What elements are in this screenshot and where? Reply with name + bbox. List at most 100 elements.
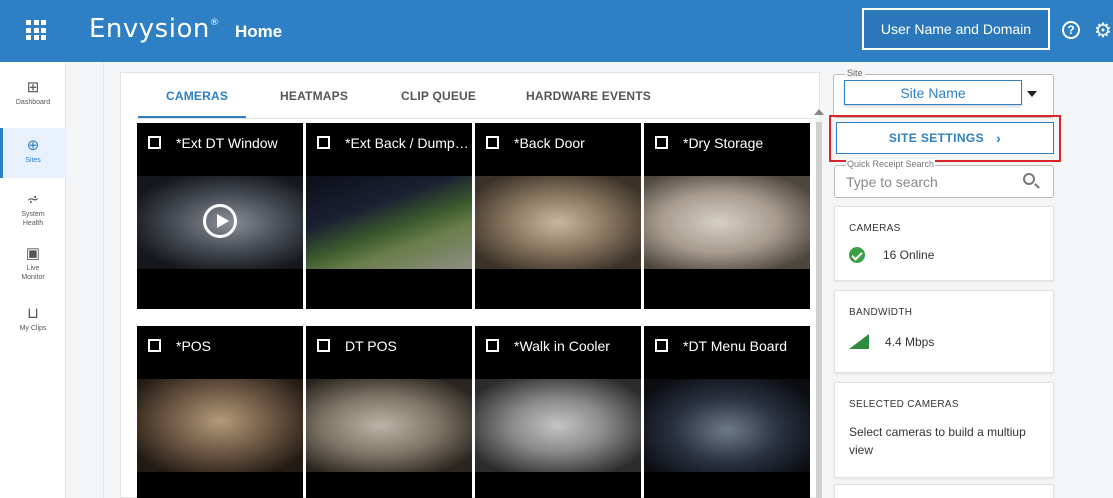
bandwidth-card: BANDWIDTH 4.4 Mbps	[834, 290, 1054, 373]
tab-hardware-events[interactable]: HARDWARE EVENTS	[526, 89, 651, 103]
camera-header: *Ext DT Window	[137, 123, 303, 175]
camera-thumbnail[interactable]	[644, 379, 810, 472]
camera-thumbnail[interactable]	[137, 379, 303, 472]
camera-thumbnail[interactable]	[137, 176, 303, 269]
globe-icon: ⊕	[26, 137, 40, 154]
sidebar-item-label: System Health	[0, 210, 66, 228]
sidebar: ⊞ Dashboard ⊕ Sites ⩫ System Health ▣ Liv…	[0, 62, 66, 498]
app-grid-icon[interactable]	[26, 20, 46, 40]
camera-name: *Dry Storage	[683, 135, 764, 151]
scroll-up-arrow[interactable]	[814, 109, 824, 115]
camera-name: *Back Door	[514, 135, 585, 151]
sidebar-item-my-clips[interactable]: ⊔ My Clips	[0, 306, 66, 336]
sidebar-item-sites[interactable]: ⊕ Sites	[0, 128, 66, 178]
brand-logo[interactable]: Envysion®	[89, 14, 219, 44]
selected-cameras-title: SELECTED CAMERAS	[849, 399, 959, 410]
tab-cameras[interactable]: CAMERAS	[166, 89, 228, 103]
tab-divider	[137, 118, 817, 119]
clips-icon: ⊔	[27, 305, 39, 322]
cameras-card-title: CAMERAS	[849, 223, 901, 234]
tab-clip-queue[interactable]: CLIP QUEUE	[401, 89, 476, 103]
check-circle-icon	[849, 247, 865, 263]
camera-tile[interactable]: *DT Menu Board	[644, 326, 810, 498]
camera-tile[interactable]: *Ext Back / Dumpster	[306, 123, 472, 309]
camera-tile[interactable]: DT POS	[306, 326, 472, 498]
search-input[interactable]	[846, 172, 1016, 192]
sidebar-item-label: Live Monitor	[0, 264, 66, 282]
label-line: Monitor	[21, 274, 45, 281]
camera-checkbox[interactable]	[317, 136, 330, 149]
camera-header: *Walk in Cooler	[475, 326, 641, 378]
camera-thumbnail[interactable]	[475, 379, 641, 472]
page-title: Home	[235, 22, 283, 41]
top-bar: Envysion® Home User Name and Domain ? ⚙	[0, 0, 1113, 62]
gear-icon[interactable]: ⚙	[1094, 18, 1112, 43]
camera-checkbox[interactable]	[655, 339, 668, 352]
camera-checkbox[interactable]	[148, 339, 161, 352]
user-domain-button[interactable]: User Name and Domain	[862, 8, 1050, 50]
camera-grid: *Ext DT Window *Ext Back / Dumpster *Bac…	[137, 123, 813, 498]
cameras-card: CAMERAS 16 Online	[834, 206, 1054, 281]
bandwidth-card-title: BANDWIDTH	[849, 307, 913, 318]
site-name-field[interactable]: Site Name	[844, 80, 1022, 105]
site-settings-button[interactable]: SITE SETTINGS ›	[836, 122, 1054, 154]
camera-header: *POS	[137, 326, 303, 378]
camera-name: *DT Menu Board	[683, 338, 788, 354]
camera-thumbnail[interactable]	[306, 176, 472, 269]
site-settings-label: SITE SETTINGS	[888, 131, 985, 145]
camera-name: DT POS	[345, 338, 397, 354]
camera-header: *Ext Back / Dumpster	[306, 123, 472, 175]
camera-tile[interactable]: *Dry Storage	[644, 123, 810, 309]
camera-checkbox[interactable]	[148, 136, 161, 149]
camera-thumbnail[interactable]	[306, 379, 472, 472]
camera-checkbox[interactable]	[486, 339, 499, 352]
label-line: System	[21, 211, 45, 218]
label-line: Live	[26, 265, 40, 272]
brand-registered-mark: ®	[209, 18, 220, 28]
cameras-panel: CAMERAS HEATMAPS CLIP QUEUE HARDWARE EVE…	[120, 72, 820, 498]
health-icon: ⩫	[26, 191, 40, 208]
selected-cameras-card: SELECTED CAMERAS Select cameras to build…	[834, 382, 1054, 478]
camera-tile[interactable]: *Walk in Cooler	[475, 326, 641, 498]
camera-thumbnail[interactable]	[475, 176, 641, 269]
tab-heatmaps[interactable]: HEATMAPS	[280, 89, 348, 103]
camera-name: *POS	[176, 338, 212, 354]
signal-icon	[849, 334, 869, 349]
cameras-online-row: 16 Online	[849, 247, 934, 263]
camera-header: *Back Door	[475, 123, 641, 175]
info-card-partial	[834, 484, 1054, 498]
quick-receipt-label: Quick Receipt Search	[846, 159, 936, 169]
monitor-icon: ▣	[25, 245, 41, 262]
bandwidth-value: 4.4 Mbps	[885, 334, 935, 349]
brand-name: Envysion	[89, 14, 210, 44]
camera-thumbnail[interactable]	[644, 176, 810, 269]
selected-cameras-text: Select cameras to build a multiup view	[849, 425, 1026, 457]
camera-tile[interactable]: *Ext DT Window	[137, 123, 303, 309]
camera-checkbox[interactable]	[655, 136, 668, 149]
help-icon[interactable]: ?	[1062, 21, 1080, 39]
camera-header: DT POS	[306, 326, 472, 378]
camera-header: *Dry Storage	[644, 123, 810, 175]
sidebar-item-dashboard[interactable]: ⊞ Dashboard	[0, 80, 66, 116]
camera-tile[interactable]: *POS	[137, 326, 303, 498]
sidebar-item-live-monitor[interactable]: ▣ Live Monitor	[0, 246, 66, 286]
chevron-down-icon[interactable]	[1027, 91, 1037, 97]
sidebar-item-system-health[interactable]: ⩫ System Health	[0, 192, 66, 232]
play-icon[interactable]	[203, 204, 237, 238]
search-icon[interactable]	[1023, 173, 1035, 185]
sidebar-item-label: Dashboard	[15, 99, 51, 106]
dashboard-icon: ⊞	[26, 79, 40, 96]
sidebar-item-label: My Clips	[19, 325, 47, 332]
chevron-right-icon: ›	[996, 130, 1002, 146]
camera-name: *Ext Back / Dumpster	[345, 135, 470, 151]
camera-tile[interactable]: *Back Door	[475, 123, 641, 309]
scrollbar-thumb[interactable]	[816, 122, 822, 498]
camera-header: *DT Menu Board	[644, 326, 810, 378]
camera-name: *Ext DT Window	[176, 135, 278, 151]
label-line: Health	[22, 220, 44, 227]
sidebar-item-label: Sites	[25, 157, 41, 164]
camera-checkbox[interactable]	[317, 339, 330, 352]
sidebar-gutter	[67, 62, 104, 498]
camera-checkbox[interactable]	[486, 136, 499, 149]
bandwidth-row: 4.4 Mbps	[849, 334, 934, 349]
